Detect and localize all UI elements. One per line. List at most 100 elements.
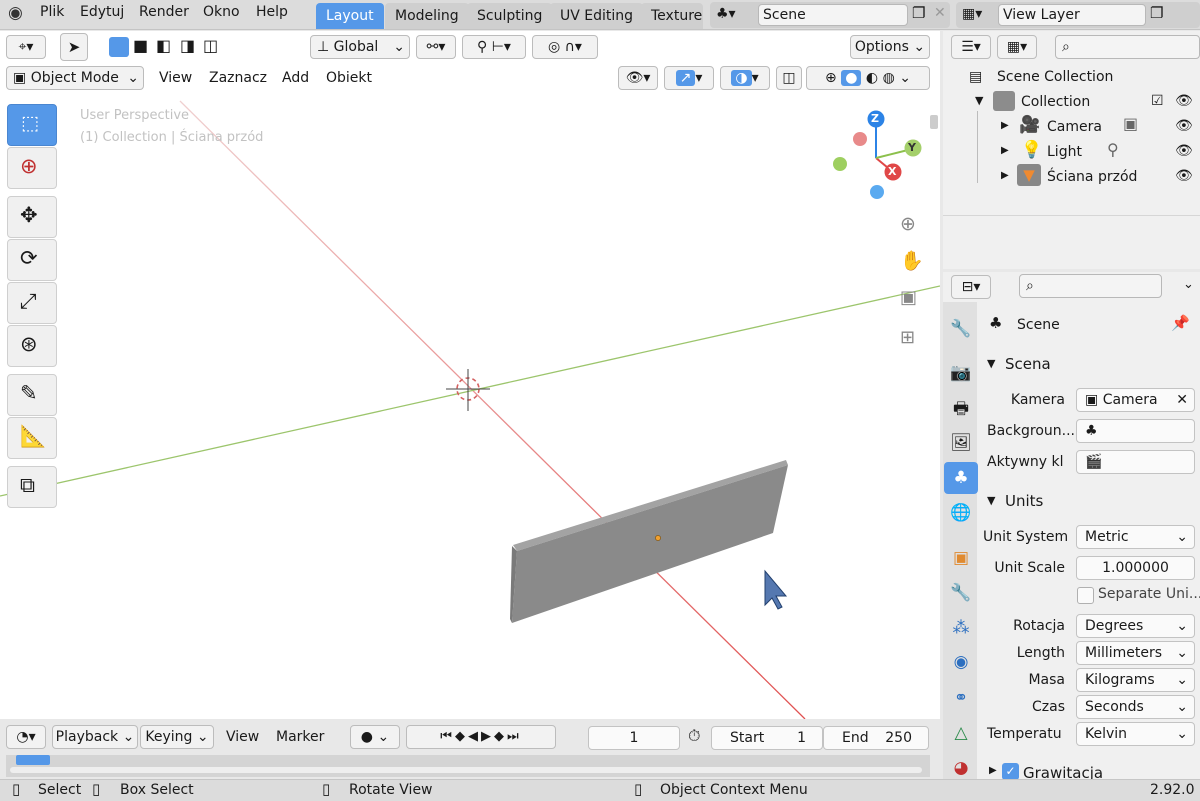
pivot-point-button[interactable]: ⚯▾ xyxy=(416,35,456,59)
kamera-field[interactable]: ▣ Camera ✕ xyxy=(1076,388,1195,412)
menu-view[interactable]: View xyxy=(159,70,192,86)
section-toggle-icon[interactable]: ▼ xyxy=(987,495,995,506)
properties-editor-type[interactable]: ⊟▾ xyxy=(951,275,991,299)
playback-dropdown[interactable]: Playback ⌄ xyxy=(52,725,138,749)
tab-layout[interactable]: Layout xyxy=(316,3,384,29)
proportional-editing-button[interactable]: ◎ ∩▾ xyxy=(532,35,598,59)
timeline-scrollbar[interactable] xyxy=(10,767,922,773)
menu-render[interactable]: Render xyxy=(139,4,189,20)
record-button[interactable]: ● ⌄ xyxy=(350,725,400,749)
wall-object[interactable] xyxy=(510,460,788,623)
outliner-item-light[interactable]: Light xyxy=(1047,144,1082,160)
blender-logo-icon[interactable]: ◉ xyxy=(8,5,23,22)
pan-hand-icon[interactable]: ✋ xyxy=(900,252,924,271)
keying-dropdown[interactable]: Keying ⌄ xyxy=(140,725,214,749)
pin-icon[interactable]: 📌 xyxy=(1171,316,1190,331)
chevron-down-icon[interactable]: ⌄ xyxy=(899,70,911,86)
menu-zaznacz[interactable]: Zaznacz xyxy=(209,70,267,86)
world-tab-icon[interactable]: 🌐 xyxy=(944,497,978,529)
section-units[interactable]: Units xyxy=(1005,492,1043,510)
solid-shading-icon[interactable]: ● xyxy=(841,70,862,86)
tool-move[interactable]: ✥ xyxy=(7,196,57,238)
tool-transform[interactable]: ⊛ xyxy=(7,325,57,367)
unit-system-dropdown[interactable]: Metric ⌄ xyxy=(1076,525,1195,549)
data-tab-icon[interactable]: △ xyxy=(944,717,978,749)
timeline-menu-marker[interactable]: Marker xyxy=(276,729,324,745)
section-toggle-icon[interactable]: ▶ xyxy=(989,766,997,776)
camera-view-icon[interactable]: ▣ xyxy=(900,289,917,307)
scene-icon[interactable]: ♣▾ xyxy=(716,7,736,21)
tab-texture[interactable]: Texture xyxy=(641,3,703,29)
mass-dropdown[interactable]: Kilograms ⌄ xyxy=(1076,668,1195,692)
object-tab-icon[interactable]: ▣ xyxy=(944,542,978,574)
tool-add-cube[interactable]: ⧉ xyxy=(7,466,57,508)
tool-measure[interactable]: 📐 xyxy=(7,417,57,459)
tool-annotate[interactable]: ✎ xyxy=(7,374,57,416)
output-tab-icon[interactable]: 🖶 xyxy=(944,393,978,425)
timeline-scrubber[interactable] xyxy=(6,755,930,777)
outliner-item-camera[interactable]: Camera xyxy=(1047,119,1102,135)
3d-cursor-icon[interactable] xyxy=(446,369,490,411)
menu-plik[interactable]: Plik xyxy=(40,4,64,20)
tool-select-box[interactable]: ⬚ xyxy=(7,104,57,146)
menu-okno[interactable]: Okno xyxy=(203,4,240,20)
mode-extend-icon[interactable]: ■ xyxy=(133,38,148,54)
outliner-item-wall[interactable]: Ściana przód xyxy=(1047,169,1137,185)
section-scena[interactable]: Scena xyxy=(1005,355,1051,373)
separate-units-checkbox[interactable] xyxy=(1077,587,1094,604)
active-clip-field[interactable]: 🎬 xyxy=(1076,450,1195,474)
options-dropdown[interactable]: Options ⌄ xyxy=(850,35,930,59)
section-toggle-icon[interactable]: ▼ xyxy=(987,358,995,369)
tool-tab-icon[interactable]: 🔧 xyxy=(944,313,978,345)
orientation-dropdown[interactable]: ⊥ Global ⌄ xyxy=(310,35,410,59)
rotation-dropdown[interactable]: Degrees ⌄ xyxy=(1076,614,1195,638)
clear-icon[interactable]: ✕ xyxy=(1176,389,1188,411)
outliner-display-mode[interactable]: ▦▾ xyxy=(997,35,1037,59)
collection-checkbox-icon[interactable]: ☑ xyxy=(1151,94,1164,108)
time-dropdown[interactable]: Seconds ⌄ xyxy=(1076,695,1195,719)
view-layer-tab-icon[interactable]: 🖼 xyxy=(944,427,978,459)
eye-icon[interactable]: 👁 xyxy=(1175,169,1193,183)
scene-tab-icon[interactable]: ♣ xyxy=(944,462,978,494)
tab-sculpting[interactable]: Sculpting xyxy=(467,3,553,29)
unit-scale-field[interactable]: 1.000000 xyxy=(1076,556,1195,580)
jump-end-icon[interactable]: ⏭ xyxy=(507,729,522,744)
tab-uv-editing[interactable]: UV Editing xyxy=(550,3,644,29)
play-reverse-icon[interactable]: ◀ xyxy=(468,729,481,744)
tool-scale[interactable]: ⤢ xyxy=(7,282,57,324)
close-scene-icon[interactable]: ✕ xyxy=(934,6,946,20)
constraints-tab-icon[interactable]: ⚭ xyxy=(944,682,978,714)
expand-wall-icon[interactable]: ▶ xyxy=(1001,171,1009,181)
expand-light-icon[interactable]: ▶ xyxy=(1001,146,1009,156)
playhead[interactable] xyxy=(16,755,50,765)
tool-cursor[interactable]: ⊕ xyxy=(7,147,57,189)
play-icon[interactable]: ▶ xyxy=(481,729,494,744)
modifier-tab-icon[interactable]: 🔧 xyxy=(944,577,978,609)
view-layer-field[interactable]: View Layer xyxy=(998,4,1146,26)
expand-camera-icon[interactable]: ▶ xyxy=(1001,121,1009,131)
outliner-search-input[interactable]: ⌕ xyxy=(1055,35,1200,59)
gizmo-toggle-button[interactable]: ↗ ▾ xyxy=(664,66,714,90)
rendered-shading-icon[interactable]: ◍ xyxy=(883,70,895,86)
next-keyframe-icon[interactable]: ◆ xyxy=(494,729,507,744)
visibility-button[interactable]: 👁▾ xyxy=(618,66,658,90)
length-dropdown[interactable]: Millimeters ⌄ xyxy=(1076,641,1195,665)
background-scene-field[interactable]: ♣ xyxy=(1076,419,1195,443)
mode-new-icon[interactable] xyxy=(109,37,129,57)
temperature-dropdown[interactable]: Kelvin ⌄ xyxy=(1076,722,1195,746)
timeline-editor-type[interactable]: ◔▾ xyxy=(6,725,46,749)
outliner-editor-type[interactable]: ☰▾ xyxy=(951,35,991,59)
eye-icon[interactable]: 👁 xyxy=(1175,119,1193,133)
physics-tab-icon[interactable]: ◉ xyxy=(944,646,978,678)
copy-view-layer-icon[interactable]: ❐ xyxy=(1150,6,1163,21)
tab-modeling[interactable]: Modeling xyxy=(385,3,469,29)
outliner-scene-collection[interactable]: Scene Collection xyxy=(997,69,1113,85)
mode-subtract-icon[interactable]: ◧ xyxy=(156,38,171,54)
eye-icon[interactable]: 👁 xyxy=(1175,94,1193,108)
copy-scene-icon[interactable]: ❐ xyxy=(912,6,925,21)
zoom-icon[interactable]: ⊕ xyxy=(900,215,916,234)
tool-rotate[interactable]: ⟳ xyxy=(7,239,57,281)
prev-keyframe-icon[interactable]: ◆ xyxy=(455,729,468,744)
end-frame-field[interactable]: End 250 xyxy=(823,726,929,750)
perspective-toggle-icon[interactable]: ⊞ xyxy=(900,329,915,347)
